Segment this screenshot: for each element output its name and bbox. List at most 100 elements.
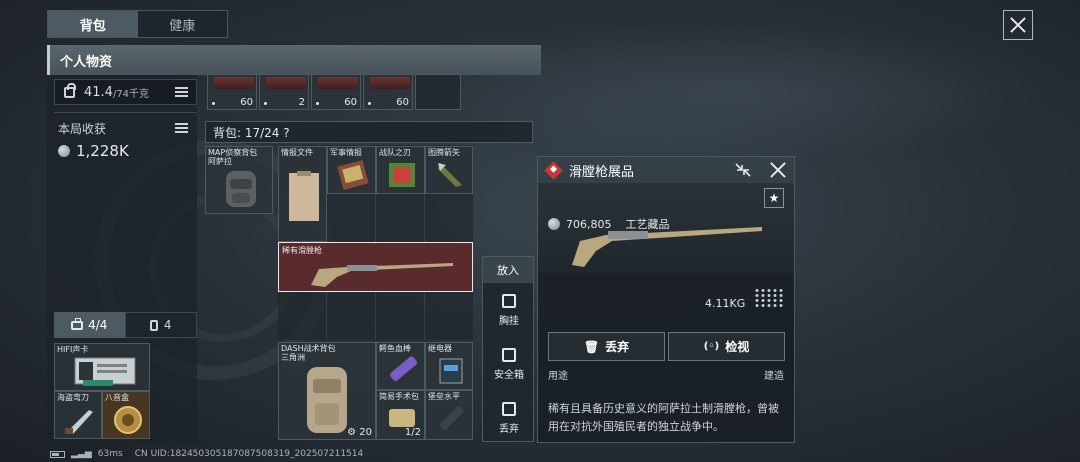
arrow-icon: [438, 163, 462, 187]
detail-close-icon[interactable]: [770, 162, 786, 178]
item-totem-arrow[interactable]: 图腾箭矢: [425, 146, 473, 194]
consumables-count: 4: [163, 318, 172, 332]
music-box-icon: [114, 406, 142, 434]
item-label: MAP侦察背包 阿萨拉: [208, 148, 258, 166]
trophy-icon: [389, 163, 415, 187]
top-item-2[interactable]: 2: [259, 74, 309, 110]
tactical-bag-icon: [307, 367, 347, 433]
discard-button-label: 丢弃: [605, 340, 630, 354]
usage-label: 用途: [548, 371, 568, 382]
supply-box-icon: [266, 77, 306, 89]
item-label: 海盗弯刀: [57, 393, 89, 402]
supply-box-icon: [318, 77, 358, 89]
item-music-box[interactable]: 八音盒: [102, 391, 150, 439]
detail-category: 工艺藏品: [625, 218, 670, 231]
personal-supplies-header: 个人物资: [47, 45, 541, 75]
item-label: 情报文件: [281, 148, 313, 157]
item-label: 军事情报: [330, 148, 362, 157]
collapse-icon[interactable]: [734, 162, 752, 178]
item-description: 稀有且具备历史意义的阿萨拉土制滑膛枪，曾被用在对抗外国殖民者的独立战争中。: [548, 402, 779, 433]
document-icon: [289, 171, 319, 221]
top-item-3[interactable]: 60: [311, 74, 361, 110]
item-label: 堡垒水平: [428, 392, 460, 401]
musket-icon: [311, 263, 453, 287]
detail-header: 滑膛枪展品: [538, 157, 794, 183]
favorite-star-button[interactable]: ★: [764, 188, 784, 208]
relay-icon: [439, 358, 463, 384]
coin-icon: [548, 218, 560, 230]
tab-backpack[interactable]: 背包: [48, 11, 138, 37]
put-in-menu: 放入 胸挂 安全箱 丢弃: [482, 256, 534, 442]
inspect-button[interactable]: (◦) 检视: [668, 332, 785, 361]
item-label: 战队之刃: [379, 148, 411, 157]
trash-icon: [502, 402, 516, 416]
discard-button[interactable]: 🗑 丢弃: [548, 332, 665, 361]
tab-safe-case[interactable]: 4/4: [54, 312, 125, 338]
item-rare-musket[interactable]: 稀有滑膛枪: [278, 242, 473, 292]
safe-box-label: 安全箱: [494, 370, 524, 381]
surgery-count: 1/2: [404, 427, 421, 438]
harvest-list-icon[interactable]: [175, 123, 188, 133]
chest-rig-icon: [502, 294, 516, 308]
put-in-discard[interactable]: 丢弃: [483, 391, 535, 439]
item-fort-level[interactable]: 堡垒水平: [425, 390, 473, 440]
detail-title: 滑膛枪展品: [569, 164, 635, 180]
item-war-blade[interactable]: 战队之刃: [376, 146, 425, 194]
tab-health[interactable]: 健康: [137, 11, 227, 37]
trash-icon: 🗑: [583, 339, 600, 354]
item-surgery-kit[interactable]: 简易手术包 1/2: [376, 390, 425, 440]
weight-list-icon[interactable]: [175, 87, 188, 97]
blade-icon: [65, 410, 93, 434]
bottle-icon: [149, 319, 158, 331]
item-map-backpack[interactable]: MAP侦察背包 阿萨拉: [205, 146, 273, 214]
item-label: 鳄鱼血棒: [379, 344, 411, 353]
intel-folder-icon: [337, 160, 369, 190]
item-military-intel[interactable]: 军事情报: [327, 146, 376, 194]
flashlight-icon: [439, 406, 464, 431]
tab-consumables[interactable]: 4: [124, 312, 197, 338]
detail-price-row: 706,805 工艺藏品: [548, 216, 670, 232]
grid-size-icon: [754, 288, 784, 308]
bag-capacity-bar: 背包: 17/24 ?: [205, 121, 533, 143]
item-relay[interactable]: 继电器: [425, 342, 473, 390]
coin-icon: [58, 145, 70, 157]
chest-rig-label: 胸挂: [499, 316, 519, 327]
put-in-header: 放入: [483, 257, 533, 283]
top-item-4[interactable]: 60: [363, 74, 413, 110]
close-button[interactable]: [1003, 10, 1033, 40]
top-item-empty[interactable]: [415, 74, 461, 110]
latency: 63ms: [97, 449, 123, 459]
harvest-value: 1,228K: [76, 142, 129, 160]
item-pirate-blade[interactable]: 海盗弯刀: [54, 391, 102, 439]
item-dash-backpack[interactable]: DASH战术背包 三角洲 ⚙ 20: [278, 342, 376, 440]
item-label: 继电器: [428, 344, 452, 353]
divider: [54, 112, 197, 113]
item-label: DASH战术背包 三角洲: [281, 344, 336, 362]
user-uid: CN UID:1824503051870875083​19_2025072115…: [134, 449, 364, 459]
signal-icon: ▂▃▅: [71, 449, 92, 459]
inspect-button-label: 检视: [725, 340, 750, 354]
detail-image: 706,805 工艺藏品: [538, 183, 794, 273]
medkit-icon: [389, 409, 415, 427]
item-fish-stick[interactable]: 鳄鱼血棒: [376, 342, 425, 390]
item-intel-document[interactable]: 情报文件: [278, 146, 327, 242]
item-count: 60: [240, 97, 253, 108]
put-in-safe-box[interactable]: 安全箱: [483, 337, 535, 385]
detail-price: 706,805: [566, 217, 612, 231]
item-hifi-card[interactable]: HIFI声卡: [54, 343, 150, 391]
container-tabs: 4/4 4: [54, 312, 197, 338]
top-item-1[interactable]: 60: [207, 74, 257, 110]
detail-weight: 4.11KG: [705, 297, 746, 310]
status-bar: ▂▃▅ 63ms CN UID:1824503051870875083​19_2…: [50, 449, 363, 459]
put-in-chest-rig[interactable]: 胸挂: [483, 283, 535, 331]
battery-icon: [50, 450, 65, 458]
harvest-value-row: 1,228K: [58, 142, 129, 160]
item-label: 图腾箭矢: [428, 148, 460, 157]
dash-count: ⚙ 20: [347, 427, 372, 438]
item-label: 简易手术包: [379, 392, 419, 401]
item-count: 2: [298, 97, 305, 108]
rarity-diamond-icon: [544, 160, 563, 180]
safe-box-icon: [502, 348, 516, 362]
weight-lock-icon: [64, 82, 76, 98]
safe-case-count: 4/4: [88, 318, 108, 332]
